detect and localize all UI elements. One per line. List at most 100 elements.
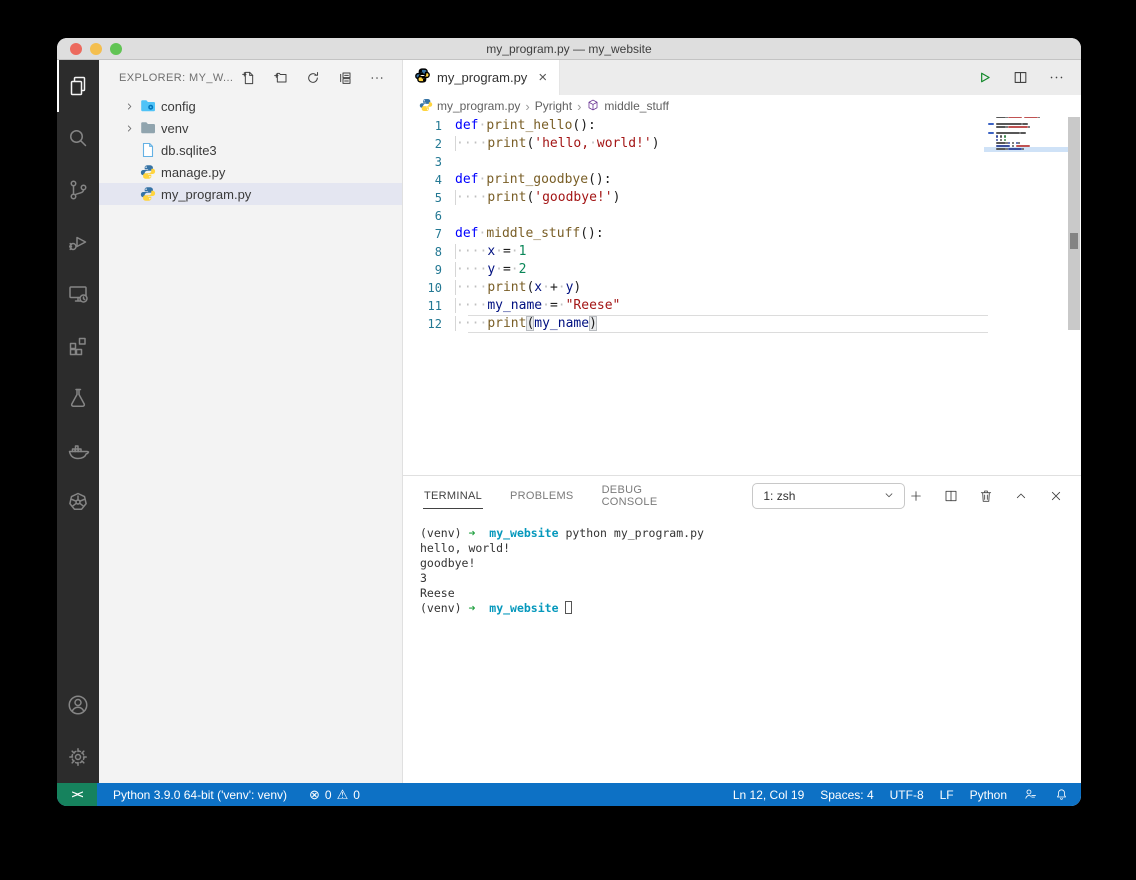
account-icon[interactable] — [57, 679, 99, 731]
line-number: 2 — [403, 135, 455, 153]
indentation-status[interactable]: Spaces: 4 — [820, 788, 873, 802]
file-tree: config venv db.sqlite3 manage.pymy_program.… — [99, 95, 402, 783]
editor-tab-bar: my_program.py × — [403, 60, 1081, 95]
maximize-panel-icon[interactable] — [1010, 485, 1032, 507]
code-line-10[interactable]: 10····print(x·+·y) — [403, 279, 1081, 297]
kubernetes-icon[interactable] — [57, 476, 99, 528]
activity-bar — [57, 60, 99, 783]
code-line-4[interactable]: 4def·print_goodbye(): — [403, 171, 1081, 189]
shell-selector-dropdown[interactable]: 1: zsh — [752, 483, 905, 509]
remote-explorer-icon[interactable] — [57, 268, 99, 320]
code-line-6[interactable]: 6 — [403, 207, 1081, 225]
line-number: 6 — [403, 207, 455, 225]
file-label: db.sqlite3 — [161, 143, 217, 158]
breadcrumb-item-my-program-py[interactable]: my_program.py — [419, 98, 520, 115]
code-text: ····print(x·+·y) — [455, 279, 581, 297]
close-panel-icon[interactable] — [1045, 485, 1067, 507]
panel-tabs: TERMINAL PROBLEMS DEBUG CONSOLE — [423, 478, 712, 514]
line-number: 3 — [403, 153, 455, 171]
status-bar: >< Python 3.9.0 64-bit ('venv': venv) ⊗ … — [57, 783, 1081, 806]
breadcrumb-separator: › — [525, 99, 529, 114]
panel-tab-problems[interactable]: PROBLEMS — [509, 484, 575, 508]
explorer-header: EXPLORER: MY_W... — [99, 60, 402, 95]
language-mode-status[interactable]: Python — [970, 788, 1007, 802]
traffic-lights — [70, 43, 122, 55]
settings-icon[interactable] — [57, 731, 99, 783]
tab-label: my_program.py — [437, 70, 527, 85]
status-bar-right: Ln 12, Col 19 Spaces: 4 UTF-8 LF Python — [733, 787, 1081, 802]
code-line-2[interactable]: 2····print('hello,·world!') — [403, 135, 1081, 153]
search-icon[interactable] — [57, 112, 99, 164]
tree-item-manage-py[interactable]: manage.py — [99, 161, 402, 183]
remote-indicator[interactable]: >< — [57, 783, 97, 806]
code-line-8[interactable]: 8····x·=·1 — [403, 243, 1081, 261]
code-line-1[interactable]: 1def·print_hello(): — [403, 117, 1081, 135]
extensions-icon[interactable] — [57, 320, 99, 372]
new-folder-icon[interactable] — [270, 67, 292, 89]
split-editor-icon[interactable] — [1009, 67, 1031, 89]
code-line-3[interactable]: 3 — [403, 153, 1081, 171]
tree-item-my-program-py[interactable]: my_program.py — [99, 183, 402, 205]
code-editor[interactable]: 1def·print_hello():2····print('hello,·wo… — [403, 117, 1081, 475]
more-icon[interactable] — [366, 67, 388, 89]
encoding-status[interactable]: UTF-8 — [890, 788, 924, 802]
code-line-9[interactable]: 9····y·=·2 — [403, 261, 1081, 279]
testing-icon[interactable] — [57, 372, 99, 424]
run-debug-icon[interactable] — [57, 216, 99, 268]
panel-tab-terminal[interactable]: TERMINAL — [423, 484, 483, 509]
tree-item-db-sqlite3[interactable]: db.sqlite3 — [99, 139, 402, 161]
breadcrumb-item-Pyright[interactable]: Pyright — [535, 99, 572, 113]
symbol-cube-icon — [586, 98, 600, 115]
editor-scrollbar[interactable] — [1067, 117, 1081, 475]
kill-terminal-icon[interactable] — [975, 485, 997, 507]
explorer-icon[interactable] — [57, 60, 99, 112]
tree-item-config[interactable]: config — [99, 95, 402, 117]
terminal-line: Reese — [420, 586, 1081, 601]
code-line-5[interactable]: 5····print('goodbye!') — [403, 189, 1081, 207]
editor-group: my_program.py × my_program.py›Pyright›mi… — [403, 60, 1081, 783]
split-terminal-icon[interactable] — [940, 485, 962, 507]
python-icon — [140, 186, 156, 202]
line-number: 7 — [403, 225, 455, 243]
terminal-output[interactable]: (venv) ➜ my_website python my_program.py… — [403, 516, 1081, 783]
terminal-cursor — [565, 601, 572, 614]
feedback-icon[interactable] — [1023, 787, 1038, 802]
tree-indent — [124, 142, 140, 158]
chevron-down-icon — [882, 488, 896, 505]
source-control-icon[interactable] — [57, 164, 99, 216]
python-interpreter-status[interactable]: Python 3.9.0 64-bit ('venv': venv) — [113, 788, 287, 802]
code-text: ····y·=·2 — [455, 261, 526, 279]
eol-status[interactable]: LF — [940, 788, 954, 802]
tab-my-program[interactable]: my_program.py × — [403, 60, 560, 95]
tree-item-venv[interactable]: venv — [99, 117, 402, 139]
title-bar: my_program.py — my_website — [57, 38, 1081, 60]
bell-icon[interactable] — [1054, 787, 1069, 802]
file-label: config — [161, 99, 196, 114]
chevron-right-icon[interactable] — [124, 98, 140, 114]
more-actions-icon[interactable] — [1045, 67, 1067, 89]
scrollbar-slider[interactable] — [1068, 117, 1080, 330]
minimize-window-button[interactable] — [90, 43, 102, 55]
zoom-window-button[interactable] — [110, 43, 122, 55]
minimap[interactable] — [988, 117, 1067, 183]
code-line-12[interactable]: 12····print(my_name) — [403, 315, 1081, 333]
cursor-position-status[interactable]: Ln 12, Col 19 — [733, 788, 804, 802]
close-window-button[interactable] — [70, 43, 82, 55]
code-text: def·print_goodbye(): — [455, 171, 612, 189]
breadcrumb-item-middle-stuff[interactable]: middle_stuff — [586, 98, 668, 115]
chevron-right-icon[interactable] — [124, 120, 140, 136]
explorer-sidebar: EXPLORER: MY_W... config venv db.sqlite3 ma… — [99, 60, 403, 783]
run-python-file-icon[interactable] — [973, 67, 995, 89]
line-number: 5 — [403, 189, 455, 207]
new-terminal-icon[interactable] — [905, 485, 927, 507]
refresh-icon[interactable] — [302, 67, 324, 89]
code-line-11[interactable]: 11····my_name·=·"Reese" — [403, 297, 1081, 315]
terminal-line: hello, world! — [420, 541, 1081, 556]
collapse-all-icon[interactable] — [334, 67, 356, 89]
new-file-icon[interactable] — [238, 67, 260, 89]
code-line-7[interactable]: 7def·middle_stuff(): — [403, 225, 1081, 243]
close-tab-icon[interactable]: × — [538, 70, 547, 85]
docker-icon[interactable] — [57, 424, 99, 476]
panel-tab-debug-console[interactable]: DEBUG CONSOLE — [601, 478, 687, 514]
problems-status[interactable]: ⊗ 0 ⚠ 0 — [309, 787, 360, 803]
